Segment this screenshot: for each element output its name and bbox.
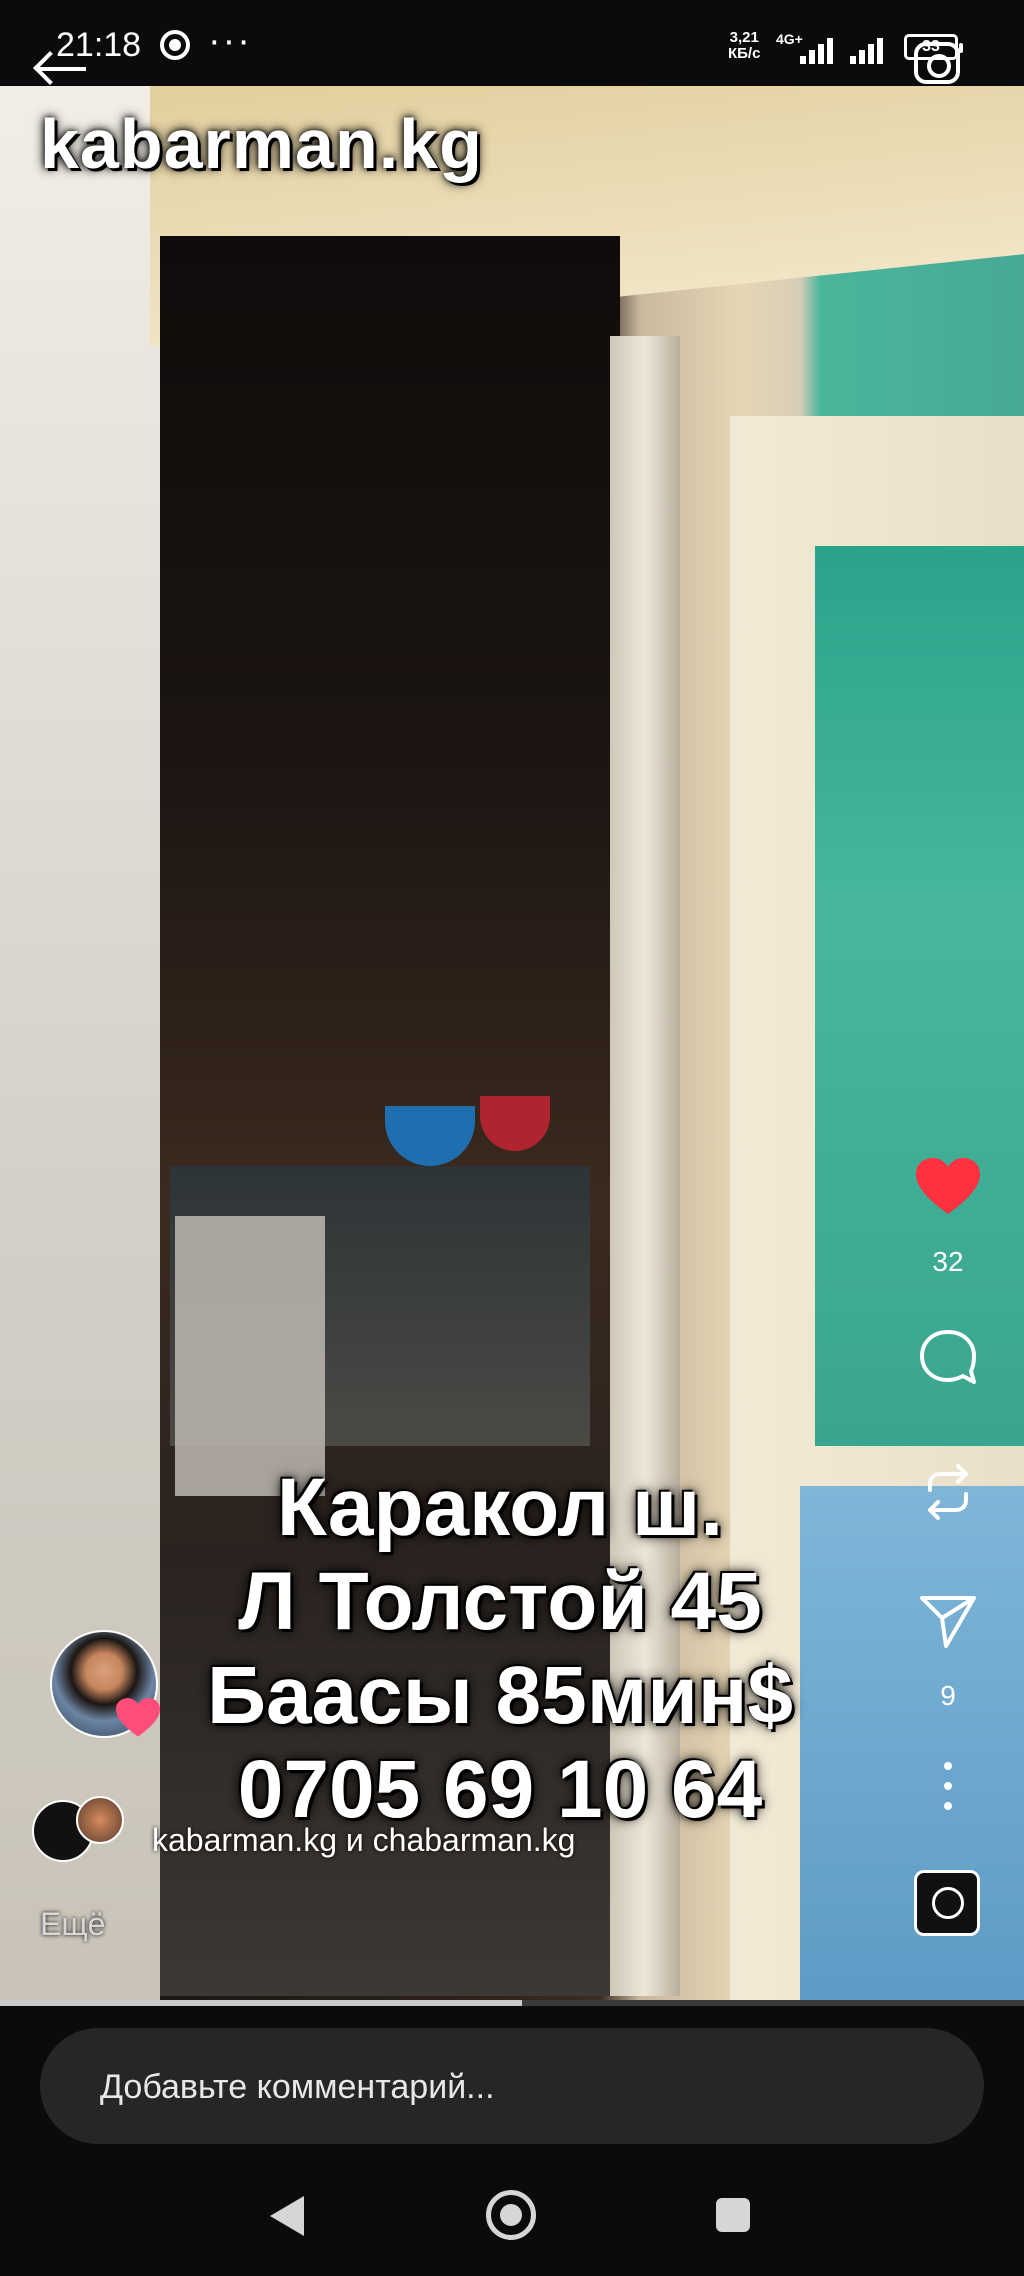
send-icon[interactable] bbox=[916, 1588, 980, 1652]
whatsapp-icon bbox=[160, 30, 190, 60]
network-speed-unit: КБ/с bbox=[728, 45, 761, 62]
network-speed-value: 3,21 bbox=[729, 29, 759, 46]
video-scene-door-glass bbox=[815, 546, 1024, 1446]
signal-icon bbox=[800, 36, 840, 64]
nav-back-button[interactable] bbox=[270, 2196, 304, 2236]
more-vertical-icon[interactable] bbox=[916, 1758, 980, 1814]
overlay-line-1: Каракол ш. bbox=[276, 1462, 724, 1553]
post-authors[interactable]: kabarman.kg и chabarman.kg bbox=[152, 1822, 575, 1859]
overlay-line-3: Баасы 85мин$ bbox=[207, 1650, 793, 1741]
comment-placeholder: Добавьте комментарий... bbox=[100, 2068, 495, 2106]
status-bar: 21:18 ··· 3,21 КБ/с 4G+ 33 bbox=[0, 0, 1024, 86]
camera-icon[interactable] bbox=[914, 42, 960, 84]
like-count: 32 bbox=[932, 1246, 964, 1277]
video-brand-text: kabarman.kg bbox=[40, 105, 483, 183]
network-speed: 3,21 КБ/с bbox=[728, 30, 760, 62]
nav-recents-button[interactable] bbox=[716, 2198, 750, 2232]
video-scene-cabinet bbox=[175, 1216, 325, 1496]
more-link[interactable]: Ещё bbox=[40, 1906, 105, 1943]
audio-thumbnail[interactable] bbox=[914, 1870, 980, 1936]
heart-icon bbox=[116, 1698, 160, 1738]
comment-input[interactable]: Добавьте комментарий... bbox=[40, 2028, 984, 2144]
overlay-line-2: Л Толстой 45 bbox=[238, 1556, 762, 1647]
network-type: 4G+ bbox=[776, 31, 803, 47]
nav-home-button[interactable] bbox=[486, 2190, 536, 2240]
coauthor-avatar[interactable] bbox=[76, 1796, 124, 1844]
repost-icon[interactable] bbox=[916, 1460, 980, 1524]
back-arrow-icon[interactable] bbox=[30, 48, 90, 88]
notification-dots: ··· bbox=[208, 20, 252, 62]
comment-icon[interactable] bbox=[916, 1326, 980, 1390]
audio-logo-icon bbox=[932, 1887, 964, 1919]
signal-icon bbox=[850, 36, 890, 64]
heart-icon[interactable] bbox=[916, 1158, 980, 1216]
share-count: 9 bbox=[940, 1680, 956, 1711]
